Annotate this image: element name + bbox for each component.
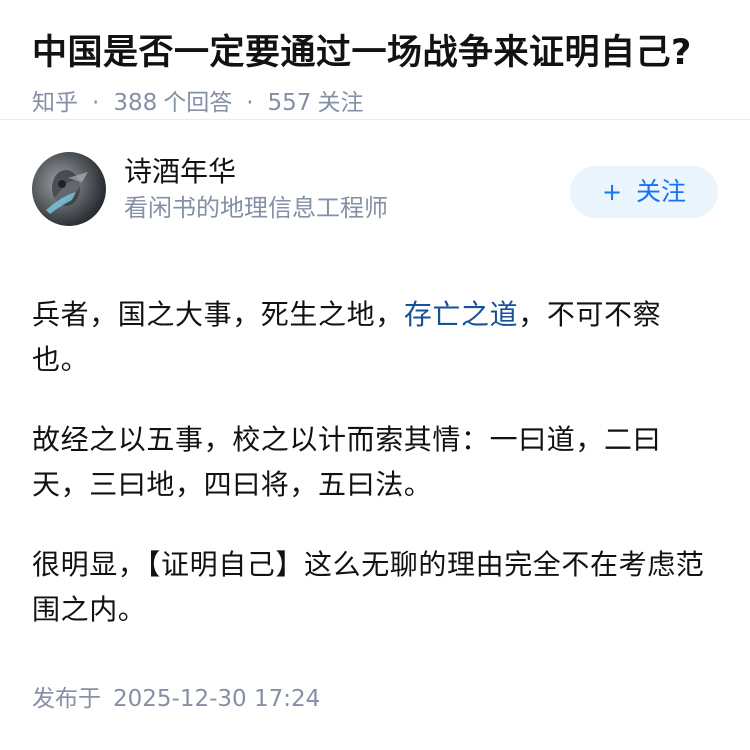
- publish-info: 发布于 2025-12-30 17:24: [32, 684, 320, 714]
- source-label[interactable]: 知乎: [32, 90, 78, 116]
- published-label: 发布于: [32, 686, 101, 712]
- answer-content: 兵者，国之大事，死生之地，存亡之道，不可不察也。 故经之以五事，校之以计而索其情…: [32, 292, 718, 632]
- follow-count-label[interactable]: 关注: [317, 90, 363, 116]
- answer-count: 388: [113, 90, 158, 116]
- author-bio: 看闲书的地理信息工程师: [124, 194, 388, 222]
- answer-paragraph: 故经之以五事，校之以计而索其情：一曰道，二曰天，三曰地，四曰将，五曰法。: [32, 423, 662, 501]
- question-meta: 知乎 · 388 个回答 · 557 关注: [32, 88, 718, 118]
- follow-button-label: 关注: [636, 177, 687, 206]
- follow-count: 557: [267, 90, 312, 116]
- answer-paragraph: 很明显，【证明自己】这么无聊的理由完全不在考虑范围之内。: [32, 548, 705, 626]
- answer-count-label[interactable]: 个回答: [163, 90, 232, 116]
- meta-separator: ·: [92, 90, 100, 116]
- author-name[interactable]: 诗酒年华: [124, 154, 388, 190]
- published-time: 2025-12-30 17:24: [113, 686, 321, 712]
- plus-icon: +: [601, 178, 623, 206]
- author-info: 诗酒年华 看闲书的地理信息工程师: [124, 154, 388, 224]
- follow-button[interactable]: + 关注: [570, 166, 718, 218]
- avatar-image-icon: [46, 170, 88, 214]
- meta-separator: ·: [246, 90, 254, 116]
- avatar[interactable]: [32, 152, 106, 226]
- answer-card: 诗酒年华 看闲书的地理信息工程师 + 关注 兵者，国之大事，死生之地，存亡之道，不…: [0, 120, 750, 632]
- keyword-link[interactable]: 存亡之道: [404, 298, 518, 331]
- answer-paragraph: 兵者，国之大事，死生之地，存亡之道，不可不察也。: [32, 292, 718, 382]
- question-title[interactable]: 中国是否一定要通过一场战争来证明自己?: [32, 30, 718, 76]
- author-bar: 诗酒年华 看闲书的地理信息工程师 + 关注: [32, 120, 718, 262]
- paragraph-text: 兵者，国之大事，死生之地，: [32, 298, 404, 331]
- question-header: 中国是否一定要通过一场战争来证明自己? 知乎 · 388 个回答 · 557 关注: [0, 0, 750, 120]
